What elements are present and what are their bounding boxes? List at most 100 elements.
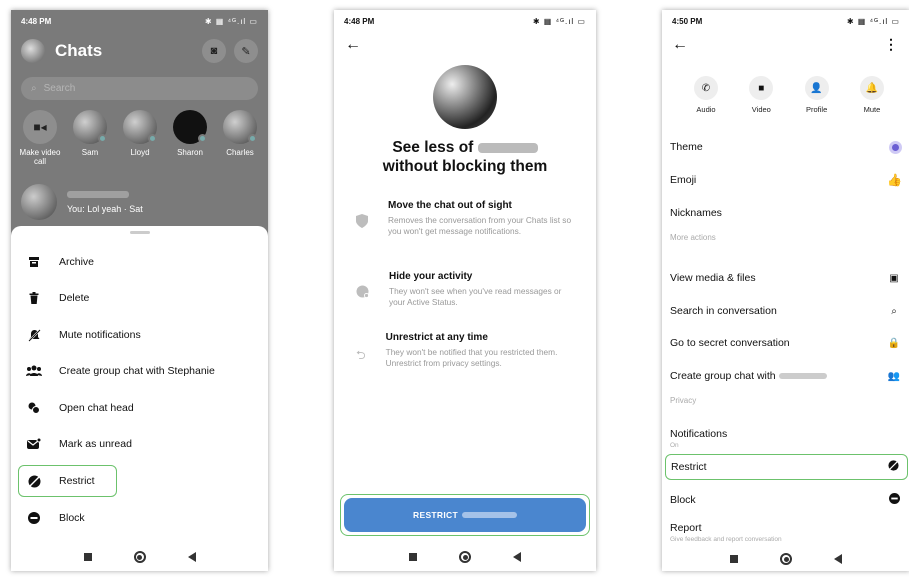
avatar xyxy=(223,110,257,144)
settings-row-report[interactable]: Report Give feedback and report conversa… xyxy=(670,517,902,547)
settings-row-view-media[interactable]: View media & files ▣ xyxy=(670,265,902,291)
recents-button[interactable] xyxy=(730,555,738,563)
home-button[interactable] xyxy=(780,553,792,565)
online-dot xyxy=(148,134,157,143)
settings-row-restrict[interactable]: Restrict xyxy=(665,454,908,480)
menu-item-label: Archive xyxy=(59,256,95,268)
feature-item: ⮌ Unrestrict at any time They won't be n… xyxy=(356,332,576,368)
phone-restrict-screen: 4:48 PM ✱ ▦ ⁴ᴳ.ıl ▭ ← See less of withou… xyxy=(334,10,596,571)
settings-row-emoji[interactable]: Emoji 👍 xyxy=(670,167,902,193)
chat-list-item[interactable]: You: Lol yeah · Sat xyxy=(21,182,258,222)
home-button[interactable] xyxy=(133,551,146,563)
settings-row-notifications[interactable]: Notifications On xyxy=(670,422,902,454)
section-header-more-actions: More actions xyxy=(670,233,716,242)
back-button[interactable] xyxy=(187,552,196,562)
image-icon: ▣ xyxy=(889,272,899,284)
recents-button[interactable] xyxy=(83,553,92,561)
back-arrow-icon[interactable]: ← xyxy=(672,36,688,54)
menu-item-chat-head[interactable]: Open chat head xyxy=(19,392,260,424)
story-video-call[interactable]: ■◂ Make video call xyxy=(15,110,65,172)
home-button[interactable] xyxy=(459,551,471,563)
audio-call-button[interactable]: ✆ Audio xyxy=(684,76,728,114)
story-contact[interactable]: Sam xyxy=(65,110,115,172)
chats-header: Chats ◙ ✎ xyxy=(21,38,258,64)
phone-conversation-settings: 4:50 PM ✱ ▦ ⁴ᴳ.ıl ▭ ← ⋮ ✆ Audio ■ Video … xyxy=(662,10,909,571)
status-time: 4:48 PM xyxy=(344,16,375,26)
pencil-icon[interactable]: ✎ xyxy=(234,39,258,63)
settings-row-group-chat[interactable]: Create group chat with 👥 xyxy=(670,363,902,389)
story-name: Sharon xyxy=(177,148,203,157)
menu-item-mark-unread[interactable]: Mark as unread xyxy=(19,428,260,460)
row-label: Go to secret conversation xyxy=(670,337,790,349)
row-label: Search in conversation xyxy=(670,305,777,317)
bell-icon: 🔔 xyxy=(859,76,884,100)
search-input[interactable]: ⌕ Search xyxy=(21,77,258,100)
blurred-name xyxy=(778,373,827,380)
avatar xyxy=(21,184,57,220)
back-button[interactable] xyxy=(513,552,521,562)
recents-button[interactable] xyxy=(409,553,417,561)
row-sublabel: On xyxy=(670,441,679,449)
feature-desc: They won't see when you've read messages… xyxy=(389,286,562,307)
row-label: Nicknames xyxy=(670,207,722,219)
block-icon xyxy=(25,509,43,527)
theme-color-icon xyxy=(889,140,902,154)
action-label: Audio xyxy=(696,105,716,114)
restrict-button-highlight: RESTRICT xyxy=(340,494,590,536)
settings-row-theme[interactable]: Theme xyxy=(670,134,902,160)
status-time: 4:48 PM xyxy=(21,16,52,26)
settings-row-secret[interactable]: Go to secret conversation 🔒 xyxy=(670,330,902,356)
lock-icon: 🔒 xyxy=(887,337,901,349)
restrict-icon xyxy=(885,460,901,474)
menu-item-archive[interactable]: Archive xyxy=(19,246,260,278)
row-label: Notifications xyxy=(670,427,728,440)
video-camera-icon: ■ xyxy=(749,76,774,100)
more-vert-icon[interactable]: ⋮ xyxy=(884,36,898,53)
feature-desc: Removes the conversation from your Chats… xyxy=(388,215,572,236)
menu-item-delete[interactable]: Delete xyxy=(19,282,260,314)
profile-button[interactable]: 👤 Profile xyxy=(795,76,839,114)
settings-row-search[interactable]: Search in conversation ⌕ xyxy=(670,298,902,324)
blurred-name xyxy=(477,142,538,153)
settings-row-nicknames[interactable]: Nicknames xyxy=(670,200,902,226)
back-arrow-icon[interactable]: ← xyxy=(345,36,361,54)
menu-item-label: Restrict xyxy=(59,475,95,487)
restrict-button[interactable]: RESTRICT xyxy=(344,498,586,532)
menu-item-label: Block xyxy=(59,512,85,524)
row-label: Emoji xyxy=(670,174,697,186)
story-contact[interactable]: Charles xyxy=(215,110,265,172)
story-contact[interactable]: Lloyd xyxy=(115,110,165,172)
menu-item-mute[interactable]: Mute notifications xyxy=(19,319,260,351)
row-label: Create group chat with xyxy=(670,370,776,382)
video-call-button[interactable]: ■ Video xyxy=(739,76,783,114)
feature-item: Hide your activity They won't see when y… xyxy=(356,271,576,307)
contact-avatar xyxy=(433,65,497,129)
menu-item-label: Mark as unread xyxy=(59,438,132,450)
status-icons: ✱ ▦ ⁴ᴳ.ıl ▭ xyxy=(204,16,258,26)
story-contact[interactable]: Sharon xyxy=(165,110,215,172)
phone-chats-screen: 4:48 PM ✱ ▦ ⁴ᴳ.ıl ▭ Chats ◙ ✎ ⌕ Search ■… xyxy=(11,10,268,571)
story-name: Make video call xyxy=(19,148,61,166)
profile-avatar[interactable] xyxy=(21,39,45,63)
blurred-name xyxy=(67,190,129,198)
group-icon: 👥 xyxy=(887,370,901,382)
back-button[interactable] xyxy=(834,554,842,564)
menu-item-block[interactable]: Block xyxy=(19,502,260,534)
menu-item-create-group[interactable]: Create group chat with Stephanie xyxy=(19,355,260,387)
bell-off-icon xyxy=(25,326,43,344)
activity-icon xyxy=(356,285,369,299)
feature-item: Move the chat out of sight Removes the c… xyxy=(356,200,576,236)
restrict-headline: See less of without blocking them xyxy=(344,138,586,176)
video-camera-icon: ■◂ xyxy=(23,110,57,144)
restrict-icon xyxy=(25,472,43,490)
settings-row-block[interactable]: Block xyxy=(670,487,902,513)
action-label: Mute xyxy=(863,105,881,114)
menu-item-label: Open chat head xyxy=(59,402,134,414)
camera-icon[interactable]: ◙ xyxy=(202,39,226,63)
action-label: Video xyxy=(751,105,771,114)
search-icon: ⌕ xyxy=(891,305,897,317)
menu-item-restrict[interactable]: Restrict xyxy=(18,465,117,497)
drag-handle[interactable] xyxy=(129,231,150,234)
mute-button[interactable]: 🔔 Mute xyxy=(850,76,894,114)
status-bar: 4:50 PM ✱ ▦ ⁴ᴳ.ıl ▭ xyxy=(662,10,909,32)
